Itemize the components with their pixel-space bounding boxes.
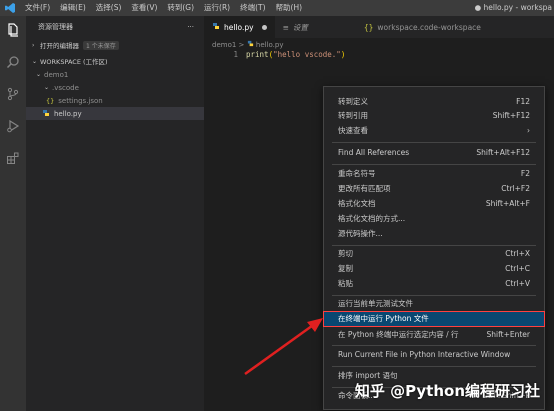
- unsaved-badge: 1 个未保存: [83, 40, 119, 50]
- tree-file-hello[interactable]: hello.py: [26, 107, 204, 120]
- code-editor[interactable]: 1 print("hello vscode."): [204, 50, 345, 59]
- menu-item-find-all-references[interactable]: Find All References Shift+Alt+F12: [324, 146, 544, 160]
- python-file-icon: [42, 109, 50, 119]
- workspace-label: WORKSPACE (工作区): [40, 58, 108, 66]
- menu-view[interactable]: 查看(V): [126, 0, 162, 16]
- tab-label: workspace.code-workspace: [377, 22, 481, 32]
- menu-item-source-action[interactable]: 源代码操作...: [324, 227, 544, 241]
- tree-folder-label: .vscode: [52, 83, 79, 92]
- settings-icon: ≡: [282, 22, 289, 32]
- menu-goto[interactable]: 转到(G): [162, 0, 199, 16]
- menu-terminal[interactable]: 终端(T): [235, 0, 270, 16]
- explorer-sidebar: 资源管理器 ··· › 打开的编辑器 1 个未保存 ⌄ WORKSPACE (工…: [26, 16, 204, 411]
- menu-item-copy[interactable]: 复制 Ctrl+C: [324, 262, 544, 276]
- breadcrumb-folder[interactable]: demo1: [212, 41, 236, 49]
- menu-edit[interactable]: 编辑(E): [55, 0, 91, 16]
- unsaved-dot-icon[interactable]: [261, 24, 267, 30]
- breadcrumb-separator: >: [238, 41, 245, 49]
- open-editors-label: 打开的编辑器: [40, 42, 79, 50]
- window-title: ● hello.py - workspa: [474, 3, 552, 12]
- chevron-down-icon: ⌄: [32, 57, 38, 65]
- tree-folder-demo1[interactable]: ⌄ demo1: [26, 68, 204, 81]
- menu-item-change-all-occurrences[interactable]: 更改所有匹配项 Ctrl+F2: [324, 182, 544, 196]
- menu-item-run-in-interactive-window[interactable]: Run Current File in Python Interactive W…: [324, 348, 544, 362]
- watermark: 知乎 @Python编程研习社: [354, 382, 540, 400]
- menu-help[interactable]: 帮助(H): [271, 0, 308, 16]
- menu-run[interactable]: 运行(R): [199, 0, 235, 16]
- tree-file-label: settings.json: [58, 96, 103, 105]
- json-file-icon: {}: [363, 22, 374, 32]
- code-string: "hello vscode.": [273, 50, 341, 59]
- menu-separator: [332, 295, 536, 296]
- code-function: print: [246, 50, 269, 59]
- tab-label: 设置: [292, 22, 308, 32]
- workspace-section[interactable]: ⌄ WORKSPACE (工作区): [26, 54, 204, 68]
- menu-item-paste[interactable]: 粘贴 Ctrl+V: [324, 277, 544, 291]
- menu-item-cut[interactable]: 剪切 Ctrl+X: [324, 247, 544, 261]
- menu-separator: [332, 245, 536, 246]
- menu-item-go-to-definition[interactable]: 转到定义 F12: [324, 95, 544, 109]
- chevron-right-icon: ›: [527, 126, 530, 135]
- run-debug-icon[interactable]: [5, 118, 21, 134]
- tree-file-label: hello.py: [54, 109, 82, 118]
- context-menu: 转到定义 F12 转到引用 Shift+F12 快速查看 › Find All Ref…: [323, 86, 545, 410]
- chevron-right-icon: ›: [32, 41, 35, 49]
- more-actions-icon[interactable]: ···: [187, 23, 194, 31]
- line-number: 1: [233, 50, 238, 59]
- breadcrumb-file[interactable]: hello.py: [256, 41, 284, 49]
- activity-bar: [0, 16, 26, 411]
- search-icon[interactable]: [5, 54, 21, 70]
- open-editors-section[interactable]: › 打开的编辑器 1 个未保存: [26, 38, 204, 52]
- menu-separator: [332, 142, 536, 143]
- menu-item-rename-symbol[interactable]: 重命名符号 F2: [324, 167, 544, 181]
- menu-separator: [332, 366, 536, 367]
- python-file-icon: [247, 40, 256, 49]
- menu-item-go-to-references[interactable]: 转到引用 Shift+F12: [324, 109, 544, 123]
- menu-item-run-current-test-file[interactable]: 运行当前单元测试文件: [324, 297, 544, 311]
- menu-item-format-document-with[interactable]: 格式化文档的方式...: [324, 212, 544, 226]
- vscode-logo-icon: [0, 0, 20, 16]
- tab-hello-py[interactable]: hello.py: [204, 16, 275, 38]
- tab-workspace[interactable]: {} workspace.code-workspace: [356, 16, 489, 38]
- extensions-icon[interactable]: [5, 150, 21, 166]
- tree-file-settings[interactable]: {} settings.json: [26, 94, 204, 107]
- editor-tabs: hello.py ≡ 设置 {} workspace.code-workspac…: [204, 16, 554, 38]
- menu-selection[interactable]: 选择(S): [91, 0, 127, 16]
- title-bar: 文件(F) 编辑(E) 选择(S) 查看(V) 转到(G) 运行(R) 终端(T…: [0, 0, 554, 16]
- source-control-icon[interactable]: [5, 86, 21, 102]
- menu-item-peek[interactable]: 快速查看 ›: [324, 124, 544, 138]
- tree-folder-vscode[interactable]: ⌄ .vscode: [26, 81, 204, 94]
- menu-item-run-selection-in-python-terminal[interactable]: 在 Python 终端中运行选定内容 / 行 Shift+Enter: [324, 328, 544, 342]
- menu-item-format-document[interactable]: 格式化文档 Shift+Alt+F: [324, 197, 544, 211]
- menu-item-run-python-file-in-terminal[interactable]: 在终端中运行 Python 文件: [323, 311, 545, 327]
- python-file-icon: [212, 22, 220, 32]
- menu-separator: [332, 345, 536, 346]
- chevron-down-icon: ⌄: [44, 84, 50, 91]
- explorer-header: 资源管理器 ···: [26, 16, 204, 38]
- menu-bar: 文件(F) 编辑(E) 选择(S) 查看(V) 转到(G) 运行(R) 终端(T…: [20, 0, 307, 16]
- explorer-title: 资源管理器: [38, 23, 73, 31]
- breadcrumb: demo1 > hello.py: [212, 40, 284, 49]
- code-paren-close: ): [340, 50, 346, 59]
- explorer-icon[interactable]: [5, 22, 21, 38]
- tree-folder-label: demo1: [44, 70, 69, 79]
- tab-settings[interactable]: ≡ 设置: [275, 16, 316, 38]
- menu-file[interactable]: 文件(F): [20, 0, 55, 16]
- chevron-down-icon: ⌄: [36, 71, 42, 78]
- menu-separator: [332, 164, 536, 165]
- json-file-icon: {}: [46, 96, 55, 105]
- tab-label: hello.py: [224, 22, 254, 32]
